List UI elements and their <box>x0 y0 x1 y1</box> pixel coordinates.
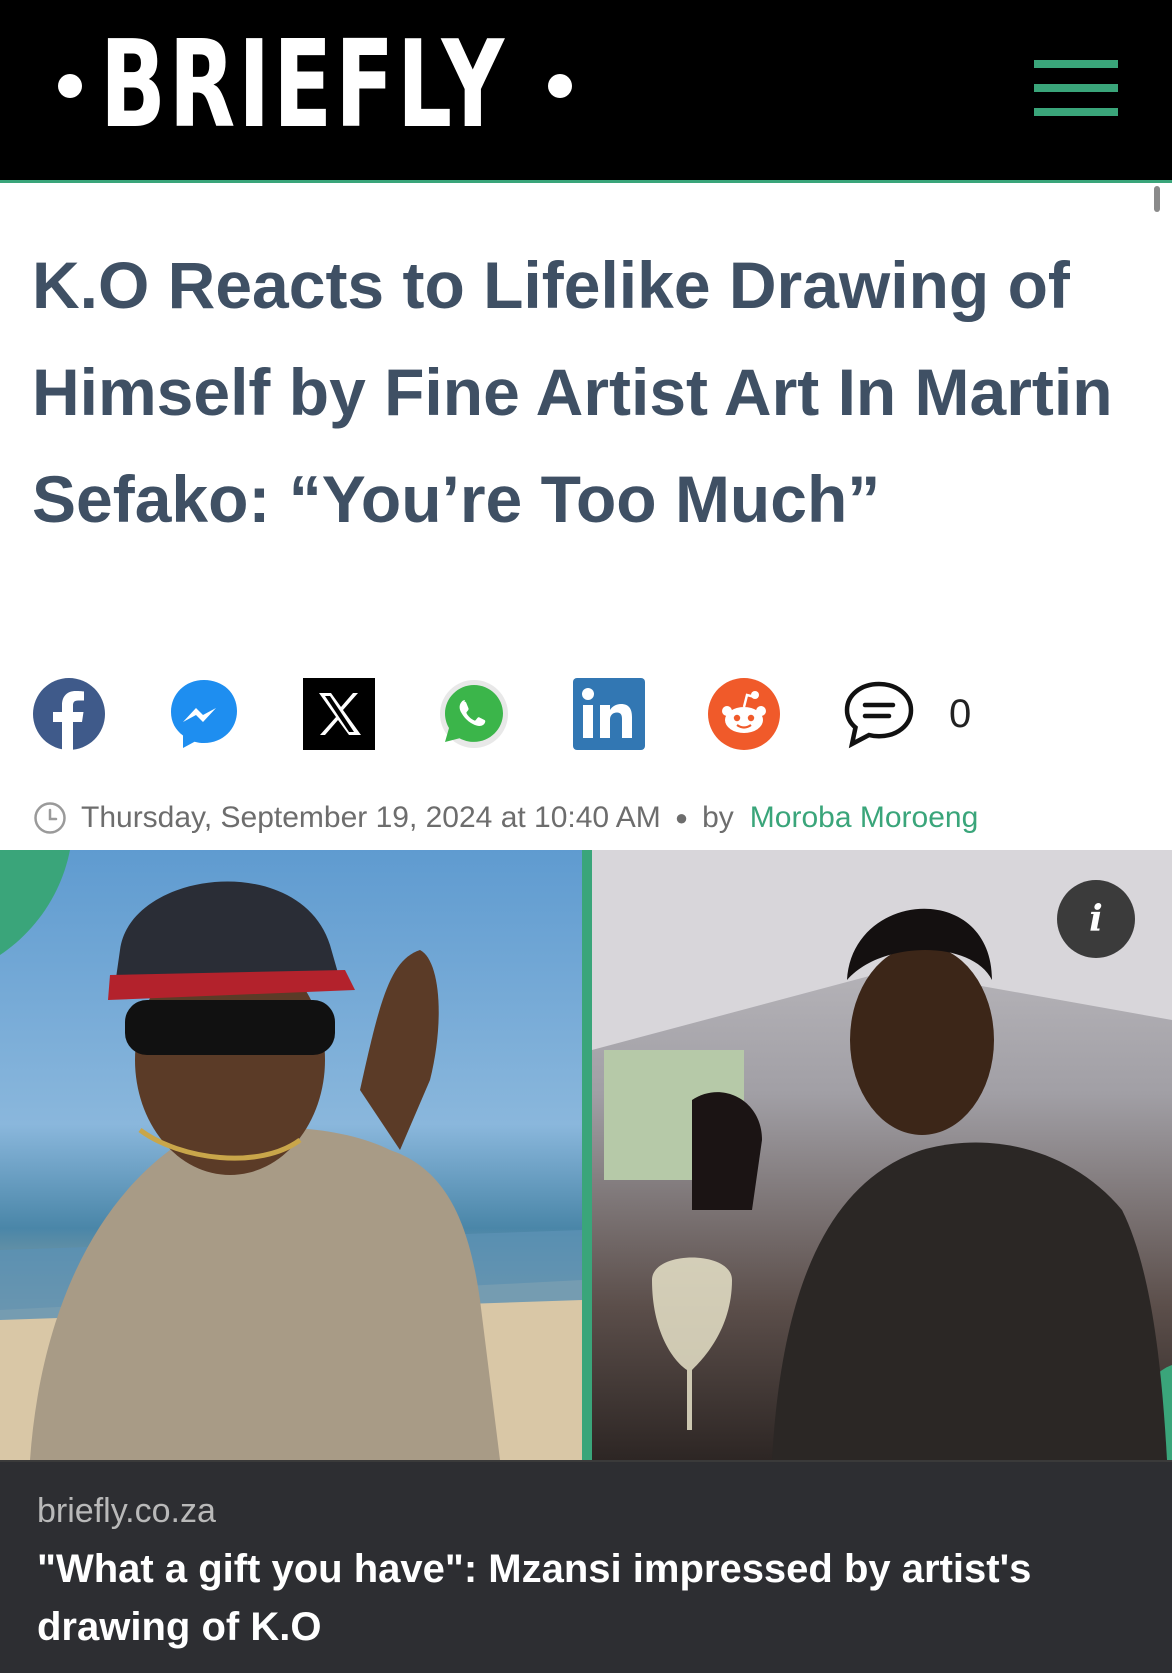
by-label: by <box>702 801 734 834</box>
whatsapp-icon[interactable] <box>438 678 510 750</box>
author-link[interactable]: Moroba Moroeng <box>750 801 978 835</box>
link-preview-card[interactable]: briefly.co.za "What a gift you have": Mz… <box>0 1460 1172 1673</box>
logo-text: BRIEFLY <box>100 16 507 155</box>
x-icon[interactable] <box>303 678 375 750</box>
briefly-logo[interactable]: BRIEFLY <box>58 26 572 146</box>
clock-icon <box>34 802 66 834</box>
info-icon: i <box>1089 898 1103 940</box>
comment-count[interactable]: 0 <box>949 692 971 737</box>
image-info-button[interactable]: i <box>1057 880 1135 958</box>
ko-photo <box>0 850 582 1460</box>
article-hero-image[interactable]: i <box>0 850 1172 1460</box>
article-headline: K.O Reacts to Lifelike Drawing of Himsel… <box>32 248 1113 536</box>
link-domain: briefly.co.za <box>37 1492 216 1530</box>
logo-left-dot <box>58 74 82 98</box>
share-bar: 0 <box>33 678 1133 752</box>
messenger-icon[interactable] <box>168 678 240 750</box>
comment-icon[interactable] <box>843 678 915 750</box>
meta-separator-dot: ● <box>674 805 689 830</box>
scrollbar[interactable] <box>1154 186 1160 212</box>
image-divider <box>582 850 592 1460</box>
ko-photo-illustration <box>0 850 582 1460</box>
reddit-icon[interactable] <box>708 678 780 750</box>
linkedin-icon[interactable] <box>573 678 645 750</box>
site-header: BRIEFLY <box>0 0 1172 183</box>
publish-date: Thursday, September 19, 2024 at 10:40 AM <box>81 801 661 834</box>
facebook-icon[interactable] <box>33 678 105 750</box>
article-meta: Thursday, September 19, 2024 at 10:40 AM… <box>33 798 978 838</box>
logo-right-dot <box>548 74 572 98</box>
link-title: "What a gift you have": Mzansi impressed… <box>37 1547 1032 1649</box>
hamburger-menu-icon[interactable] <box>1034 56 1118 124</box>
